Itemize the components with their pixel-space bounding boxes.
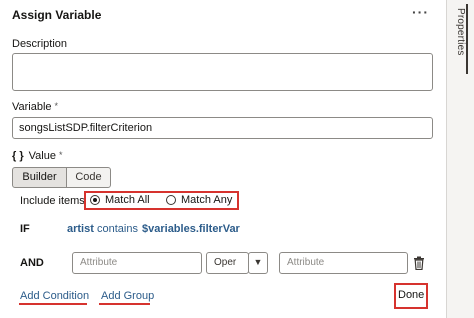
match-all-label: Match All (105, 194, 150, 206)
value-label-text: Value (28, 150, 56, 162)
chevron-down-icon[interactable]: ▼ (248, 252, 268, 274)
variable-field[interactable]: songsListSDP.filterCriterion (12, 117, 433, 139)
value-attribute-input[interactable]: Attribute (279, 252, 408, 274)
done-button[interactable]: Done (398, 289, 424, 301)
and-keyword: AND (20, 257, 44, 269)
add-group-link[interactable]: Add Group (101, 290, 154, 302)
attribute-input[interactable]: Attribute (72, 252, 202, 274)
add-condition-link[interactable]: Add Condition (20, 290, 89, 302)
value-label: { } Value * (12, 150, 62, 162)
add-condition-underline (19, 303, 87, 305)
variable-label: Variable * (12, 101, 58, 113)
panel-title: Assign Variable (12, 8, 102, 22)
condition-field[interactable]: artist (67, 223, 94, 235)
tab-builder[interactable]: Builder (12, 167, 67, 188)
condition-value[interactable]: $variables.filterVar (142, 223, 240, 235)
condition-operator[interactable]: contains (97, 223, 138, 235)
operator-select[interactable]: Oper (206, 252, 249, 274)
braces-icon: { } (12, 150, 24, 162)
tab-code[interactable]: Code (66, 167, 111, 188)
match-all-radio[interactable]: Match All (90, 194, 150, 206)
include-items-label: Include items (20, 195, 85, 207)
required-marker: * (54, 101, 59, 111)
assign-variable-panel: Assign Variable ··· Description Variable… (0, 0, 447, 318)
match-any-radio[interactable]: Match Any (166, 194, 232, 206)
more-options-icon[interactable]: ··· (412, 4, 429, 20)
trash-icon[interactable] (413, 256, 425, 270)
variable-label-text: Variable (12, 101, 52, 113)
description-field[interactable] (12, 53, 433, 91)
description-label: Description (12, 38, 68, 50)
active-tab-indicator (466, 4, 468, 74)
match-any-label: Match Any (181, 194, 233, 206)
radio-selected-icon (90, 195, 100, 205)
radio-unselected-icon (166, 195, 176, 205)
required-marker: * (58, 150, 63, 160)
if-keyword: IF (20, 223, 30, 235)
add-group-underline (99, 303, 150, 305)
